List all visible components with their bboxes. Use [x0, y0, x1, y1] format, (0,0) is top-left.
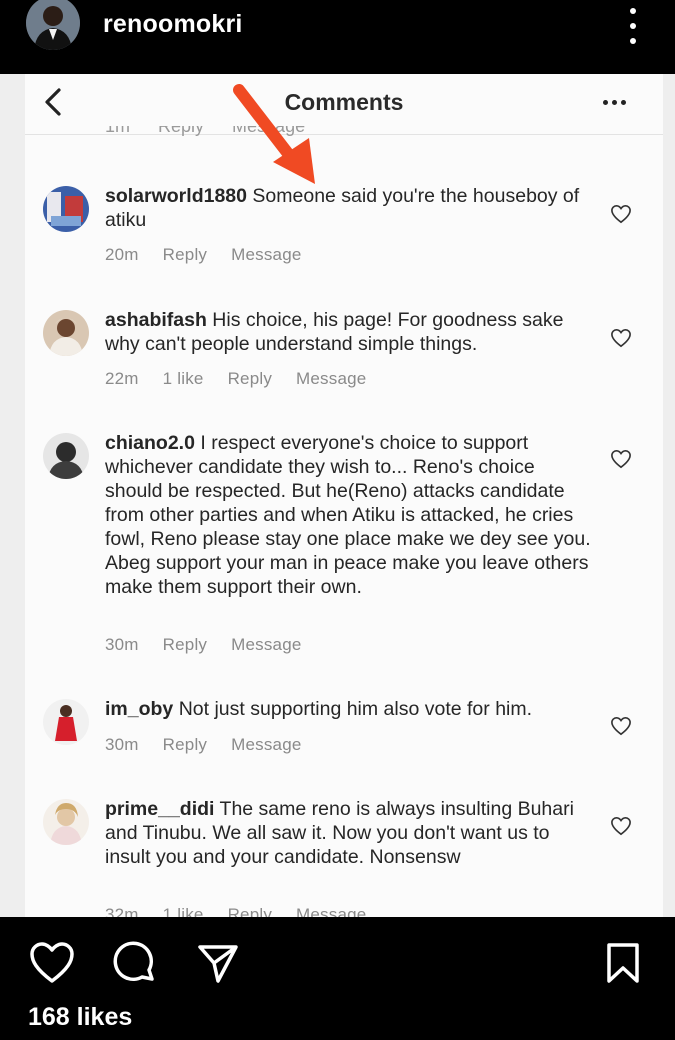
comment-meta: 20m Reply Message — [105, 245, 302, 265]
avatar[interactable] — [43, 799, 89, 845]
comment-username[interactable]: prime__didi — [105, 798, 214, 820]
message-button[interactable]: Message — [231, 635, 301, 655]
reply-button[interactable]: Reply — [163, 635, 207, 655]
heart-icon[interactable] — [610, 816, 632, 836]
comment-meta: 30m Reply Message — [105, 735, 302, 755]
comment-text: ashabifash His choice, his page! For goo… — [105, 308, 595, 356]
comment-body: I respect everyone's choice to support w… — [105, 432, 591, 598]
comment-time: 30m — [105, 635, 139, 654]
comments-title: Comments — [284, 89, 404, 115]
horizontal-dots-icon — [603, 100, 626, 105]
heart-icon[interactable] — [610, 204, 632, 224]
post-header: renoomokri — [0, 0, 675, 74]
heart-icon[interactable] — [610, 449, 632, 469]
vertical-dots-icon[interactable] — [622, 8, 644, 44]
comment-body: Not just supporting him also vote for hi… — [178, 698, 533, 720]
paper-plane-icon[interactable] — [196, 941, 240, 985]
red-arrow-annotation — [233, 84, 315, 184]
comment-username[interactable]: ashabifash — [105, 309, 207, 331]
reply-button[interactable]: Reply — [163, 245, 207, 265]
comment-username[interactable]: chiano2.0 — [105, 432, 195, 454]
message-button[interactable]: Message — [231, 245, 301, 265]
comments-screenshot: Comments 1mReplyMessage solarworld1880 — [25, 74, 663, 917]
comment-meta: 32m 1 like Reply Message — [105, 905, 366, 917]
comment-username[interactable]: solarworld1880 — [105, 185, 247, 207]
message-button[interactable]: Message — [296, 369, 366, 389]
comment-bubble-icon[interactable] — [112, 941, 158, 987]
comment-time: 32m — [105, 905, 139, 917]
comment-time: 30m — [105, 735, 139, 754]
like-count[interactable]: 1 like — [163, 369, 204, 389]
heart-icon[interactable] — [610, 716, 632, 736]
heart-icon[interactable] — [610, 328, 632, 348]
message-button[interactable]: Message — [231, 735, 301, 755]
post-actions-bar: 168 likes — [0, 917, 675, 1040]
comment-time: 20m — [105, 245, 139, 264]
reply-button[interactable]: Reply — [163, 735, 207, 755]
comment-text: im_oby Not just supporting him also vote… — [105, 697, 595, 721]
comment-meta: 30m Reply Message — [105, 635, 302, 655]
post-image: Comments 1mReplyMessage solarworld1880 — [0, 74, 675, 917]
comment-time: 22m — [105, 369, 139, 388]
avatar[interactable] — [43, 310, 89, 356]
comment-username[interactable]: im_oby — [105, 698, 173, 720]
message-button[interactable]: Message — [296, 905, 366, 917]
reply-button[interactable]: Reply — [228, 369, 272, 389]
bookmark-icon[interactable] — [604, 941, 642, 985]
reply-button[interactable]: Reply — [228, 905, 272, 917]
avatar[interactable] — [43, 699, 89, 745]
comment-meta: 22m 1 like Reply Message — [105, 369, 366, 389]
heart-icon[interactable] — [28, 941, 76, 985]
like-count[interactable]: 1 like — [163, 905, 204, 917]
comment-text: solarworld1880 Someone said you're the h… — [105, 184, 595, 232]
profile-photo-icon[interactable] — [26, 0, 80, 50]
post-username[interactable]: renoomokri — [103, 10, 243, 39]
comment-text: prime__didi The same reno is always insu… — [105, 797, 595, 869]
avatar[interactable] — [43, 186, 89, 232]
comment-text: chiano2.0 I respect everyone's choice to… — [105, 431, 595, 599]
avatar[interactable] — [43, 433, 89, 479]
likes-count[interactable]: 168 likes — [28, 1003, 132, 1032]
